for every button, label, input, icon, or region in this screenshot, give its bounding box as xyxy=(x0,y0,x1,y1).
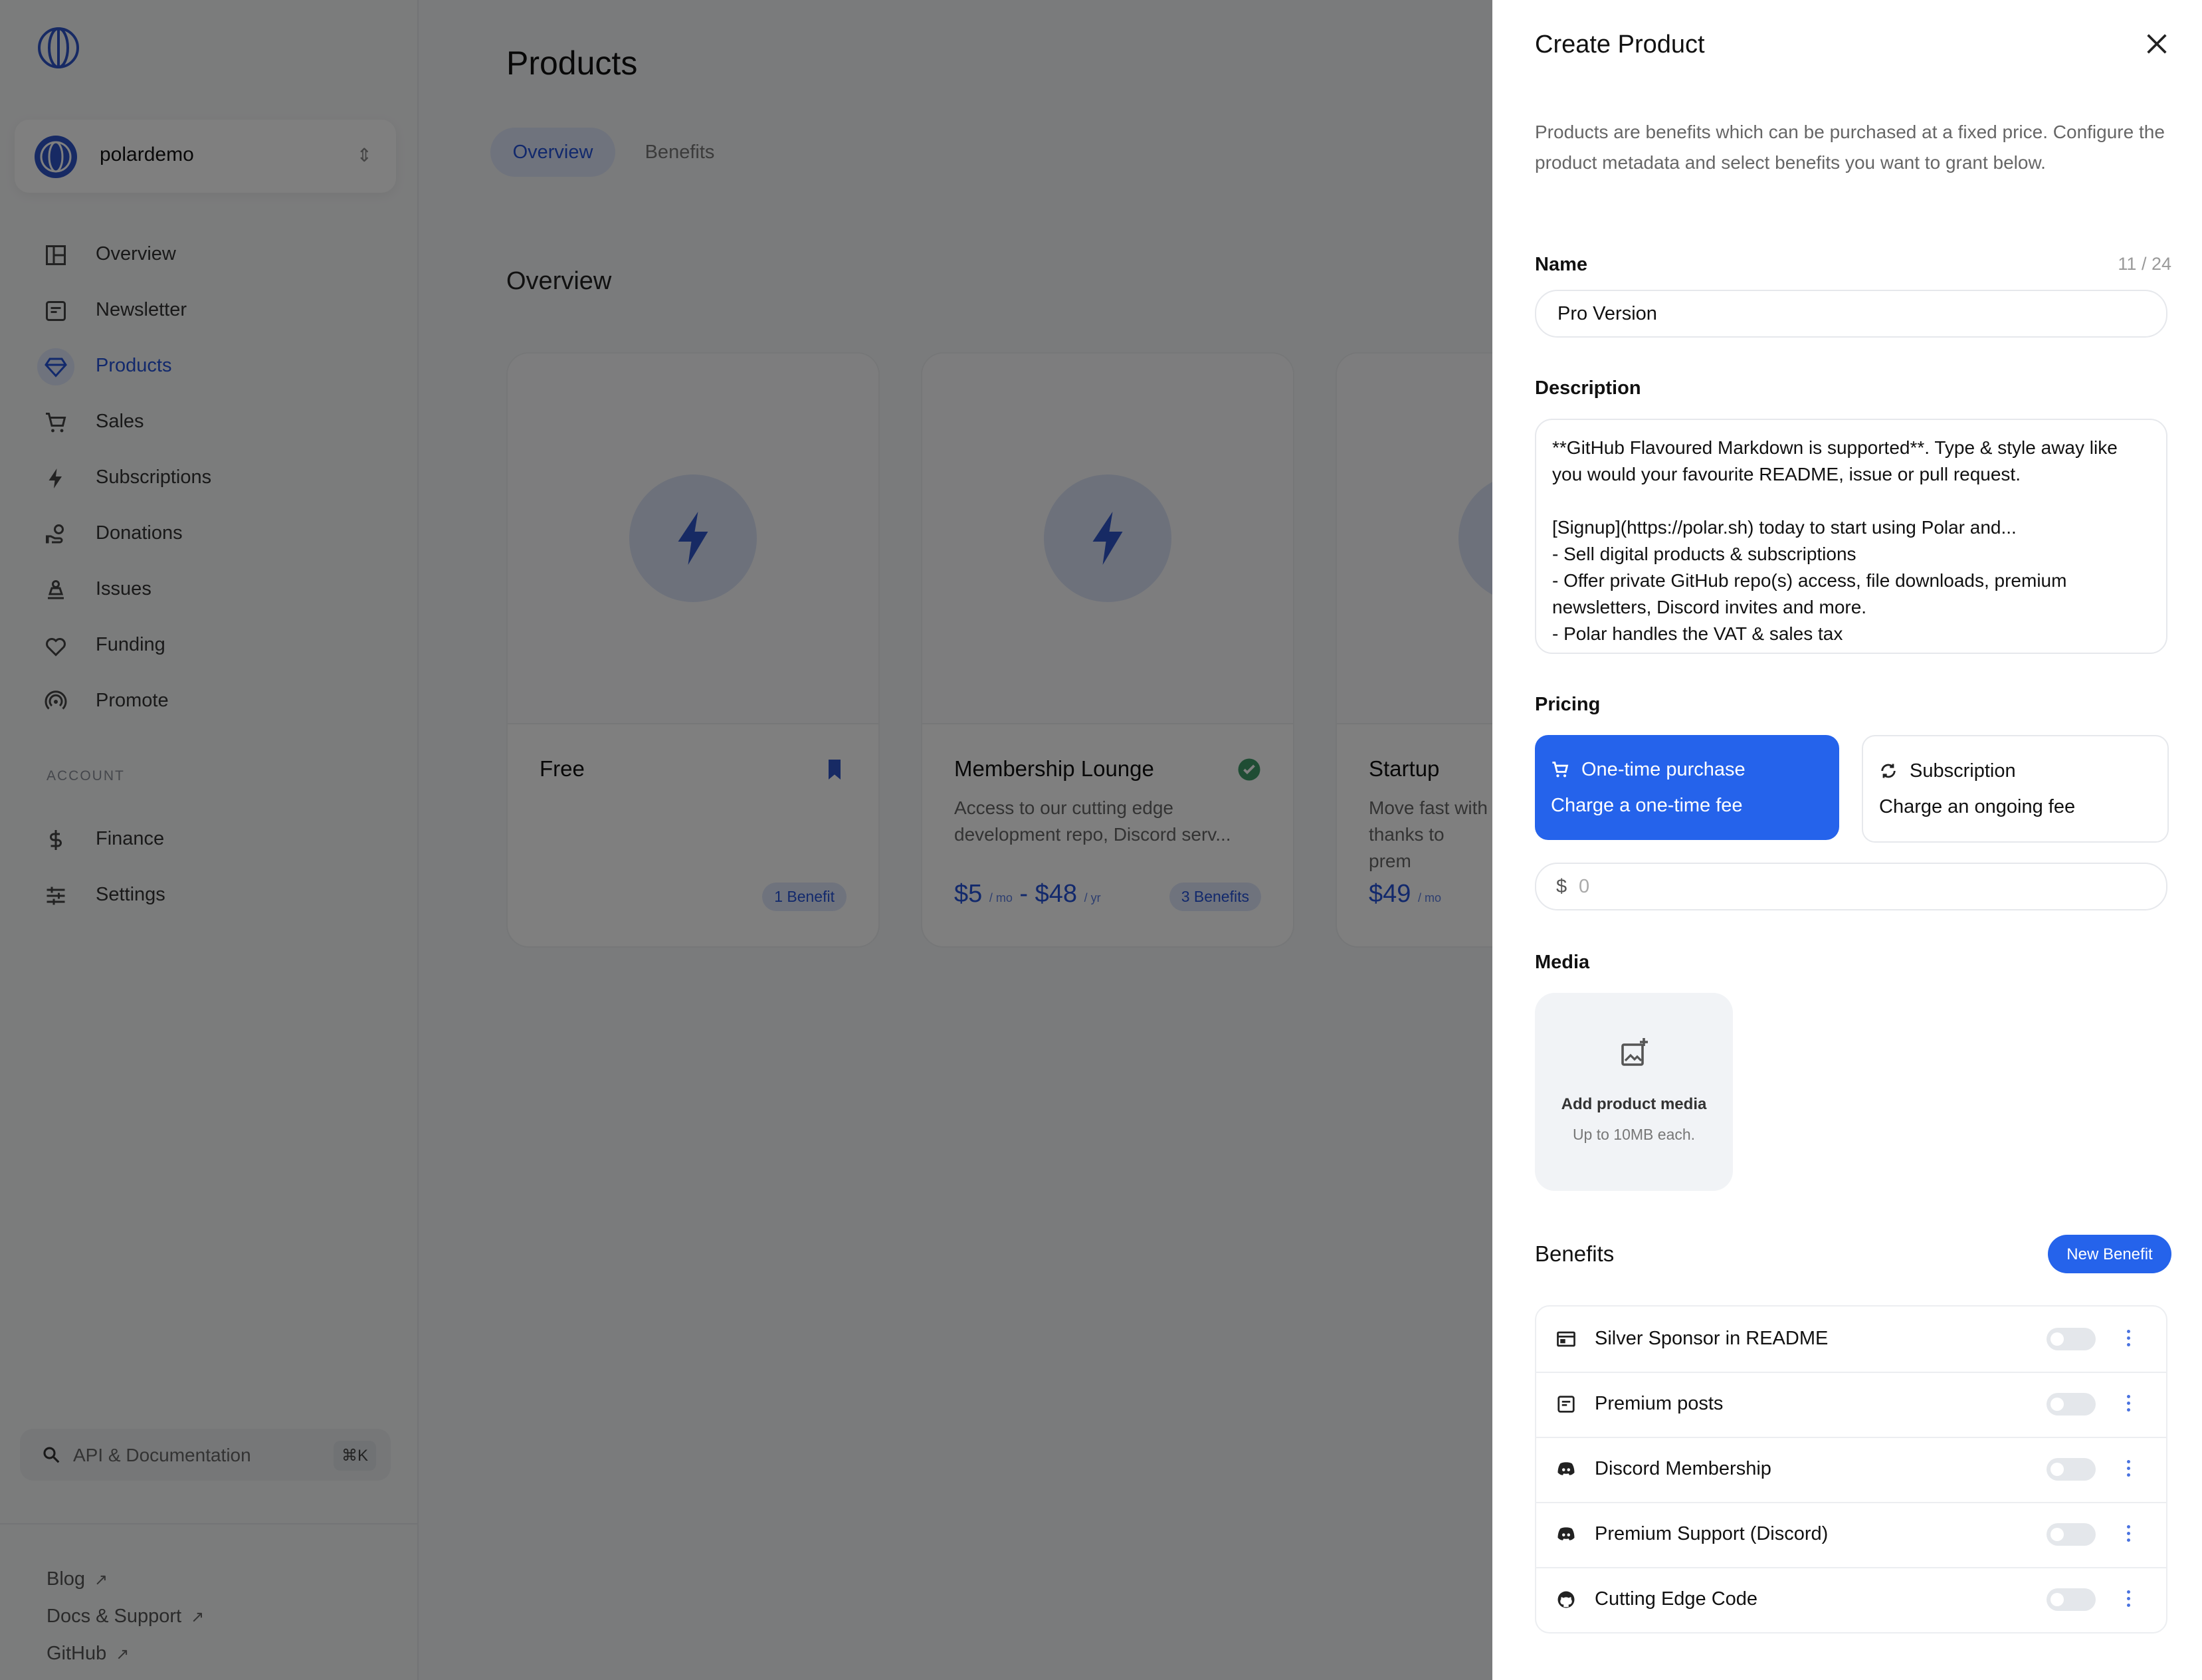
benefit-label: Premium posts xyxy=(1595,1393,1724,1414)
more-vertical-icon[interactable] xyxy=(2125,1392,2132,1417)
cart-icon xyxy=(1552,762,1569,778)
discord-icon xyxy=(1557,1527,1575,1540)
price-input[interactable]: $ 0 xyxy=(1535,863,2167,910)
benefit-row: Discord Membership xyxy=(1536,1437,2166,1503)
benefit-row: Cutting Edge Code xyxy=(1536,1567,2166,1632)
more-vertical-icon[interactable] xyxy=(2125,1522,2132,1547)
benefit-toggle[interactable] xyxy=(2047,1328,2096,1350)
benefit-toggle[interactable] xyxy=(2047,1523,2096,1546)
benefit-toggle[interactable] xyxy=(2047,1393,2096,1416)
option-subtitle: Charge a one-time fee xyxy=(1551,795,1743,816)
name-input-value: Pro Version xyxy=(1557,303,1657,324)
option-title: Subscription xyxy=(1910,760,2016,782)
sponsor-icon xyxy=(1557,1331,1575,1347)
media-dropzone[interactable]: Add product media Up to 10MB each. xyxy=(1535,993,1733,1191)
benefits-heading: Benefits xyxy=(1535,1241,1615,1266)
pricing-option-subscription[interactable]: Subscription Charge an ongoing fee xyxy=(1862,735,2169,843)
media-subtitle: Up to 10MB each. xyxy=(1572,1126,1696,1143)
benefit-toggle[interactable] xyxy=(2047,1588,2096,1611)
benefits-list: Silver Sponsor in README Premium posts D… xyxy=(1535,1305,2167,1633)
name-char-count: 11 / 24 xyxy=(2118,254,2171,274)
price-placeholder: 0 xyxy=(1579,876,1590,897)
benefit-row: Silver Sponsor in README xyxy=(1536,1307,2166,1373)
create-product-panel: Create Product Products are benefits whi… xyxy=(1492,0,2202,1680)
more-vertical-icon[interactable] xyxy=(2125,1326,2132,1352)
benefit-row: Premium Support (Discord) xyxy=(1536,1502,2166,1568)
benefit-label: Cutting Edge Code xyxy=(1595,1588,1758,1610)
benefit-label: Silver Sponsor in README xyxy=(1595,1328,1829,1349)
pricing-option-one-time[interactable]: One-time purchase Charge a one-time fee xyxy=(1535,735,1839,840)
benefit-label: Premium Support (Discord) xyxy=(1595,1523,1829,1544)
option-subtitle: Charge an ongoing fee xyxy=(1879,796,2076,817)
description-label: Description xyxy=(1535,377,1641,399)
currency-symbol: $ xyxy=(1556,876,1567,897)
pricing-label: Pricing xyxy=(1535,694,1601,715)
media-label: Media xyxy=(1535,952,1590,973)
option-title: One-time purchase xyxy=(1581,759,1746,780)
github-icon xyxy=(1557,1591,1575,1608)
add-image-icon xyxy=(1621,1038,1648,1066)
description-value: **GitHub Flavoured Markdown is supported… xyxy=(1552,437,2118,644)
app: polardemo ⇕ Overview Newsletter Products… xyxy=(0,0,2202,1680)
new-benefit-button[interactable]: New Benefit xyxy=(2048,1235,2171,1273)
newsletter-icon xyxy=(1557,1396,1575,1413)
panel-intro: Products are benefits which can be purch… xyxy=(1535,122,2165,173)
more-vertical-icon[interactable] xyxy=(2125,1587,2132,1612)
close-icon[interactable] xyxy=(2144,31,2170,57)
name-input[interactable]: Pro Version xyxy=(1535,290,2167,338)
refresh-icon xyxy=(1881,764,1896,778)
benefit-toggle[interactable] xyxy=(2047,1458,2096,1481)
name-label: Name xyxy=(1535,254,1587,275)
description-textarea[interactable]: **GitHub Flavoured Markdown is supported… xyxy=(1535,419,2167,654)
more-vertical-icon[interactable] xyxy=(2125,1457,2132,1482)
benefit-row: Premium posts xyxy=(1536,1372,2166,1438)
panel-title: Create Product xyxy=(1535,31,1705,58)
benefit-label: Discord Membership xyxy=(1595,1458,1771,1479)
modal-backdrop[interactable] xyxy=(0,0,1492,1680)
media-title: Add product media xyxy=(1561,1095,1707,1113)
discord-icon xyxy=(1557,1462,1575,1475)
